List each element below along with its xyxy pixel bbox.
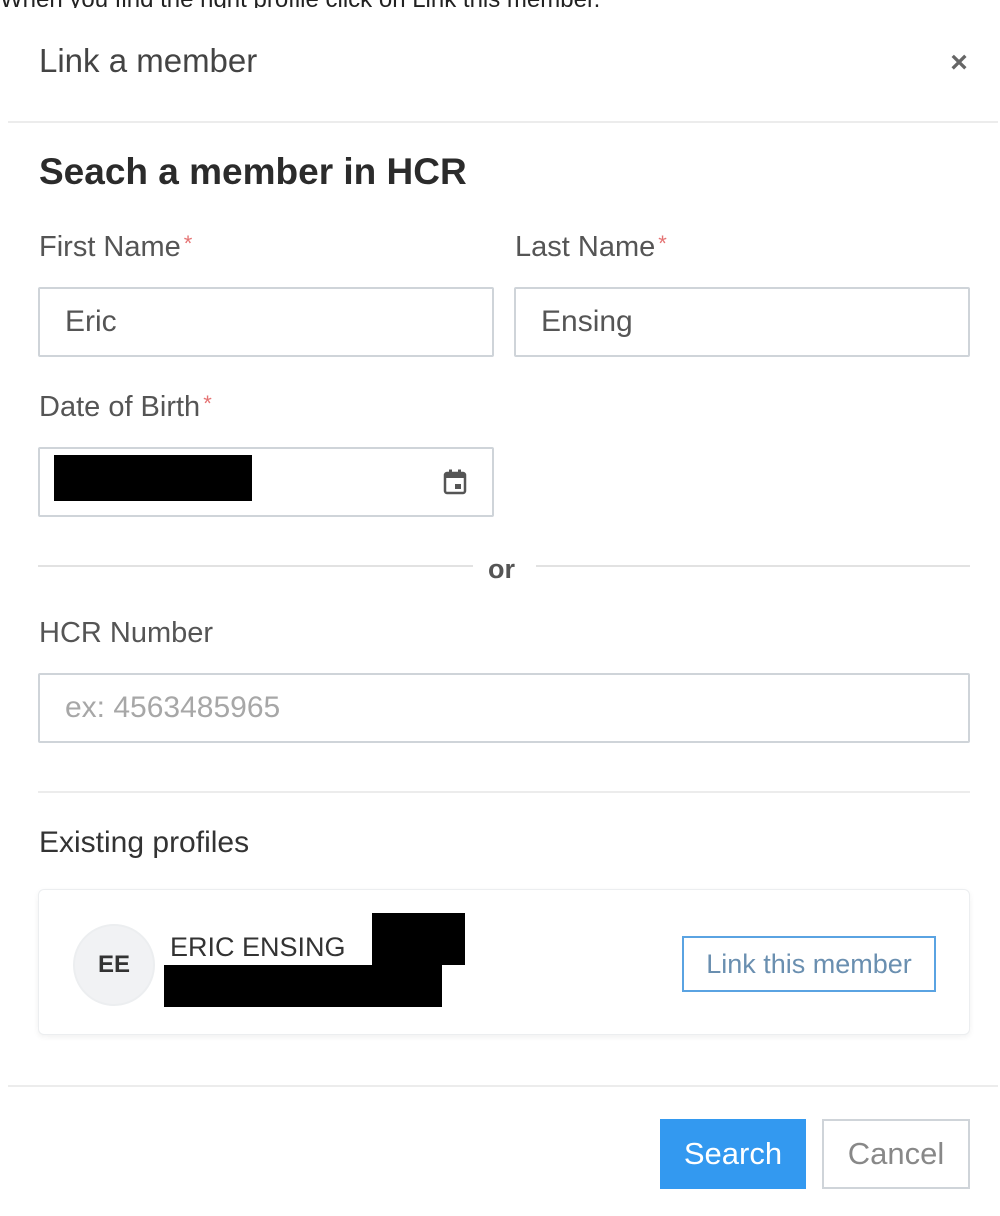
redacted-profile-info bbox=[372, 913, 465, 965]
hcr-number-label: HCR Number bbox=[39, 617, 214, 649]
first-name-label: First Name * bbox=[39, 231, 193, 263]
avatar: EE bbox=[73, 924, 155, 1006]
or-divider-left bbox=[38, 565, 473, 567]
last-name-label: Last Name * bbox=[515, 231, 667, 263]
profile-card: EE ERIC ENSING Link this member bbox=[38, 889, 970, 1035]
required-mark: * bbox=[658, 231, 667, 256]
first-name-input[interactable]: Eric bbox=[38, 287, 494, 357]
section-divider bbox=[38, 791, 970, 793]
redacted-dob-value bbox=[54, 455, 252, 501]
search-heading: Seach a member in HCR bbox=[39, 151, 467, 192]
cancel-button[interactable]: Cancel bbox=[822, 1119, 970, 1189]
or-divider-right bbox=[536, 565, 970, 567]
modal-header: Link a member × bbox=[8, 8, 998, 123]
calendar-icon[interactable] bbox=[443, 469, 467, 495]
hcr-number-input[interactable]: ex: 4563485965 bbox=[38, 673, 970, 743]
redacted-profile-details bbox=[164, 965, 442, 1007]
existing-profiles-heading: Existing profiles bbox=[39, 826, 250, 859]
modal-title: Link a member bbox=[39, 42, 258, 79]
close-icon[interactable]: × bbox=[944, 48, 974, 78]
last-name-input[interactable]: Ensing bbox=[514, 287, 970, 357]
hcr-number-placeholder: ex: 4563485965 bbox=[65, 691, 281, 724]
profile-name: ERIC ENSING bbox=[170, 932, 346, 962]
dob-label: Date of Birth * bbox=[39, 391, 212, 423]
or-text: or bbox=[488, 554, 515, 584]
footer-divider bbox=[8, 1085, 998, 1087]
link-this-member-button[interactable]: Link this member bbox=[682, 936, 936, 992]
link-member-modal: Link a member × Seach a member in HCR Fi… bbox=[8, 8, 998, 1214]
required-mark: * bbox=[183, 231, 193, 256]
required-mark: * bbox=[203, 391, 212, 416]
search-button[interactable]: Search bbox=[660, 1119, 806, 1189]
